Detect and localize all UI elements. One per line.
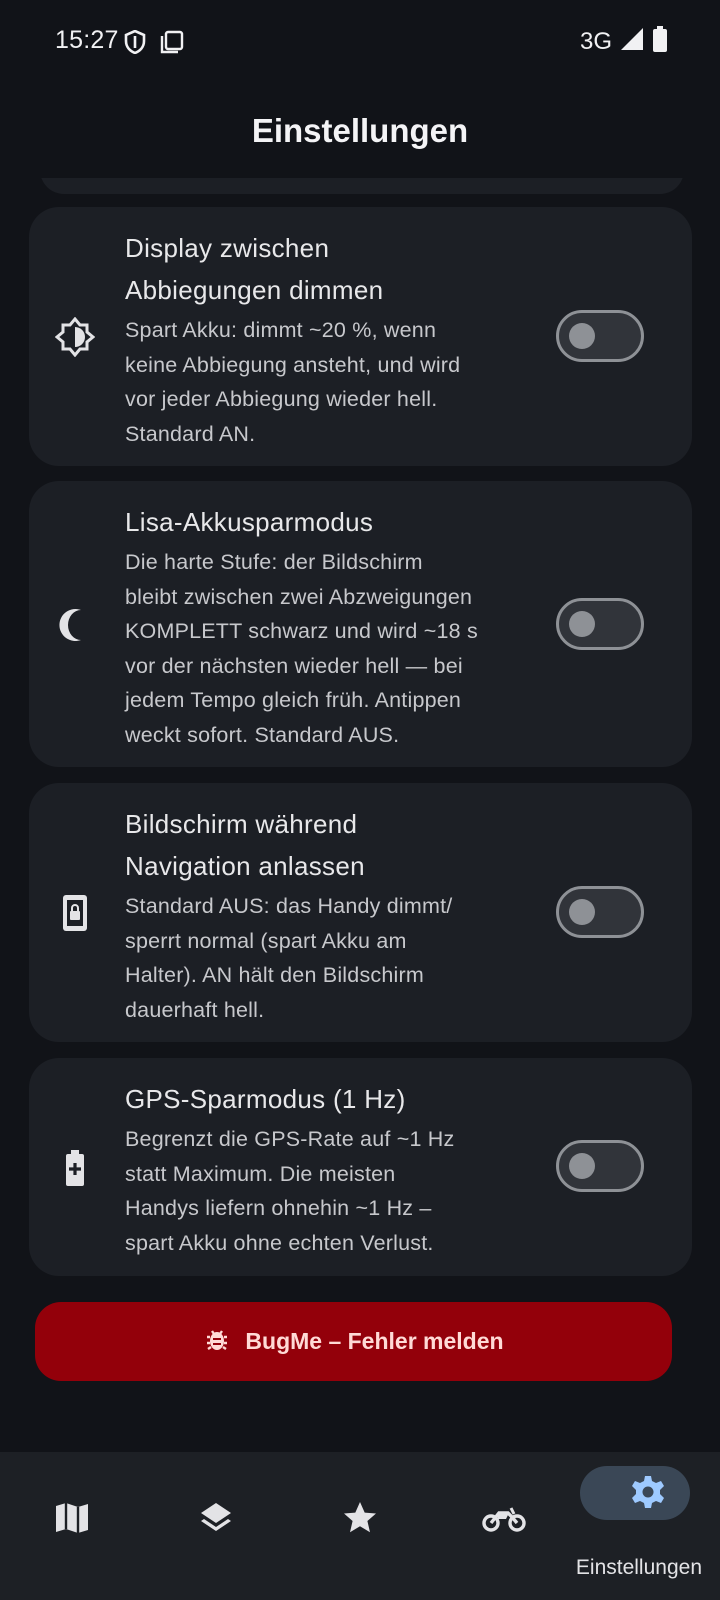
status-time: 15:27: [55, 26, 119, 54]
setting-title: Display zwischen: [125, 233, 330, 263]
toggle-thumb: [569, 1153, 595, 1179]
setting-card-lisa-battery-saver[interactable]: Lisa-Akkusparmodus Die harte Stufe: der …: [29, 481, 692, 767]
bug-icon: [203, 1325, 231, 1359]
previous-setting-card: [40, 178, 684, 194]
battery-icon: [652, 26, 668, 57]
keep-screen-on-toggle[interactable]: [556, 886, 644, 938]
setting-description: dauerhaft hell.: [125, 997, 265, 1022]
gps-saver-toggle[interactable]: [556, 1140, 644, 1192]
screenshot-icon: [160, 30, 184, 59]
setting-description: sperrt normal (spart Akku am: [125, 928, 407, 953]
map-icon: [40, 1486, 104, 1550]
setting-title: Bildschirm während: [125, 809, 358, 839]
setting-title-line2: Navigation anlassen: [125, 851, 365, 881]
bug-report-label: BugMe – Fehler melden: [245, 1328, 504, 1354]
toggle-thumb: [569, 899, 595, 925]
setting-title: GPS-Sparmodus (1 Hz): [125, 1084, 406, 1114]
setting-description: Standard AN.: [125, 421, 256, 446]
shield-icon: [124, 29, 146, 59]
moon-icon: [53, 603, 97, 647]
setting-card-gps-saver[interactable]: GPS-Sparmodus (1 Hz) Begrenzt die GPS-Ra…: [29, 1058, 692, 1276]
signal-icon: [620, 27, 644, 56]
setting-description: jedem Tempo gleich früh. Antippen: [125, 688, 462, 712]
brightness-half-icon: [53, 315, 97, 359]
setting-description: KOMPLETT schwarz und wird ~18 s: [125, 619, 478, 643]
star-icon: [328, 1486, 392, 1550]
toggle-thumb: [569, 611, 595, 637]
toggle-thumb: [569, 323, 595, 349]
setting-description: keine Abbiegung ansteht, und wird: [125, 352, 461, 377]
setting-title: Lisa-Akkusparmodus: [125, 507, 374, 537]
page-title: Einstellungen: [251, 112, 469, 149]
battery-plus-icon: [53, 1146, 97, 1190]
bottom-navigation: Einstellungen: [0, 1452, 720, 1600]
setting-description: vor der nächsten wieder hell — bei: [125, 653, 463, 678]
setting-description: Standard AUS: das Handy dimmt/: [125, 894, 453, 918]
dim-display-toggle[interactable]: [556, 310, 644, 362]
setting-description: spart Akku ohne echten Verlust.: [125, 1230, 434, 1255]
setting-description: vor jeder Abbiegung wieder hell.: [125, 387, 438, 411]
screen-lock-icon: [53, 891, 97, 935]
nav-item-settings-label: Einstellungen: [575, 1556, 702, 1579]
lisa-battery-saver-toggle[interactable]: [556, 598, 644, 650]
setting-description: bleibt zwischen zwei Abzweigungen: [125, 584, 473, 609]
setting-description: weckt sofort. Standard AUS.: [125, 722, 400, 747]
bug-report-button[interactable]: BugMe – Fehler melden: [35, 1302, 672, 1381]
setting-card-keep-screen-on[interactable]: Bildschirm während Navigation anlassen S…: [29, 783, 692, 1042]
setting-description: statt Maximum. Die meisten: [125, 1161, 396, 1186]
setting-description: Spart Akku: dimmt ~20 %, wenn: [125, 318, 437, 342]
setting-title-line2: Abbiegungen dimmen: [125, 275, 384, 305]
setting-description: Begrenzt die GPS-Rate auf ~1 Hz: [125, 1127, 455, 1151]
motorcycle-icon: [472, 1486, 536, 1550]
layers-icon: [184, 1486, 248, 1550]
setting-description: Die harte Stufe: der Bildschirm: [125, 550, 423, 574]
network-type: 3G: [579, 27, 612, 55]
status-bar: 15:27 3G: [0, 0, 720, 88]
settings-screen: 15:27 3G Einstellungen Display zwischen …: [0, 0, 720, 1600]
settings-list[interactable]: Display zwischen Abbiegungen dimmen Spar…: [0, 178, 720, 1478]
gear-icon: [616, 1460, 680, 1524]
setting-description: Halter). AN hält den Bildschirm: [125, 963, 424, 987]
setting-card-dim-display[interactable]: Display zwischen Abbiegungen dimmen Spar…: [29, 207, 692, 466]
setting-description: Handys liefern ohnehin ~1 Hz –: [125, 1196, 432, 1220]
